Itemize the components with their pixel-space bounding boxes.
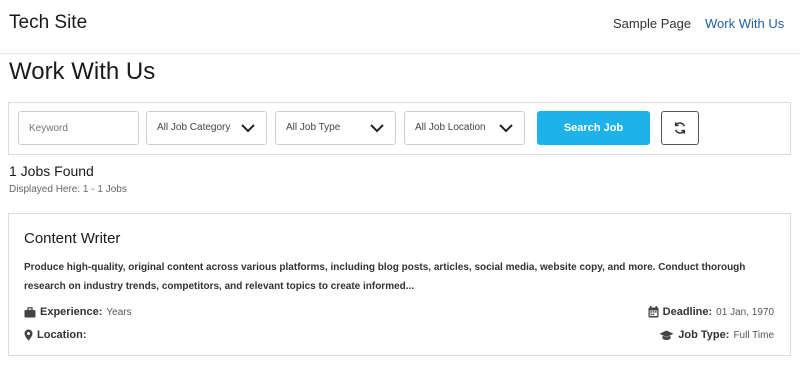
graduation-cap-icon bbox=[659, 330, 674, 340]
refresh-icon bbox=[674, 122, 686, 134]
location-label: Location: bbox=[37, 329, 87, 341]
chevron-down-icon bbox=[241, 124, 255, 133]
jobs-found-count: 1 Jobs Found bbox=[9, 163, 94, 179]
job-location-value: All Job Location bbox=[415, 122, 486, 133]
map-marker-icon bbox=[24, 329, 33, 341]
chevron-down-icon bbox=[499, 124, 513, 133]
job-category-value: All Job Category bbox=[157, 122, 231, 133]
job-location: Location: bbox=[24, 329, 91, 341]
deadline-label: Deadline: bbox=[662, 306, 713, 318]
site-header: Tech Site Sample Page Work With Us bbox=[0, 0, 800, 54]
job-experience: Experience: Years bbox=[24, 306, 132, 318]
chevron-down-icon bbox=[370, 124, 384, 133]
experience-label: Experience: bbox=[40, 306, 103, 318]
job-type-value: Full Time bbox=[733, 329, 774, 341]
experience-value: Years bbox=[106, 306, 132, 318]
nav-sample-page[interactable]: Sample Page bbox=[613, 16, 691, 31]
reset-button[interactable] bbox=[661, 111, 699, 145]
job-title[interactable]: Content Writer bbox=[24, 230, 120, 247]
site-title[interactable]: Tech Site bbox=[9, 12, 87, 34]
job-type-label: Job Type: bbox=[678, 329, 730, 341]
keyword-input[interactable] bbox=[18, 111, 139, 145]
job-card[interactable]: Content Writer Produce high-quality, ori… bbox=[8, 213, 791, 356]
nav-work-with-us[interactable]: Work With Us bbox=[705, 16, 784, 31]
calendar-icon bbox=[648, 306, 659, 318]
job-location-select[interactable]: All Job Location bbox=[404, 111, 525, 145]
briefcase-icon bbox=[24, 306, 36, 317]
job-deadline: Deadline: 01 Jan, 1970 bbox=[648, 306, 774, 318]
search-job-button[interactable]: Search Job bbox=[537, 111, 650, 145]
job-description: Produce high-quality, original content a… bbox=[24, 262, 746, 292]
displayed-range: Displayed Here: 1 - 1 Jobs bbox=[9, 184, 127, 195]
deadline-value: 01 Jan, 1970 bbox=[716, 306, 774, 318]
job-category-select[interactable]: All Job Category bbox=[146, 111, 267, 145]
job-search-form: All Job Category All Job Type All Job Lo… bbox=[8, 102, 791, 155]
page-title: Work With Us bbox=[9, 58, 156, 85]
job-type-select[interactable]: All Job Type bbox=[275, 111, 396, 145]
job-type-info: Job Type: Full Time bbox=[659, 329, 774, 341]
job-type-value: All Job Type bbox=[286, 122, 341, 133]
